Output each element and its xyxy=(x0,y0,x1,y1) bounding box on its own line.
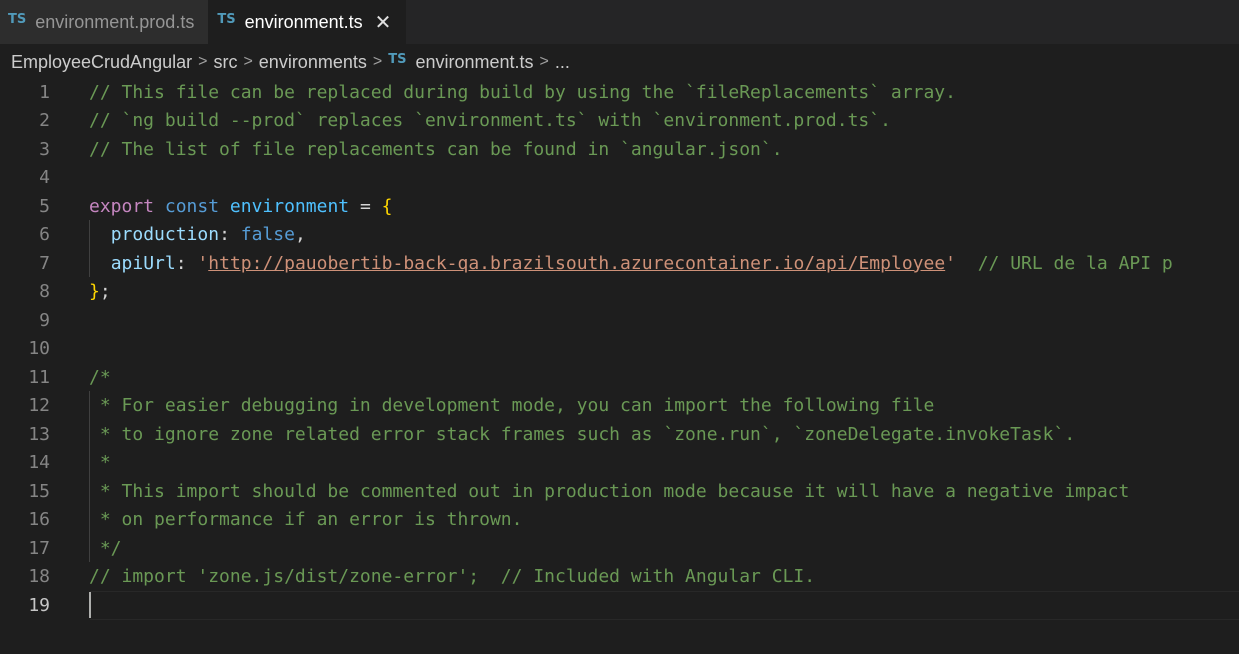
code-text: // This file can be replaced during buil… xyxy=(89,81,956,103)
code-line: 15 * This import should be commented out… xyxy=(0,477,1239,506)
typescript-file-icon: TS xyxy=(217,11,236,27)
breadcrumb-item-src[interactable]: src xyxy=(213,52,237,73)
tab-environment-prod[interactable]: TS environment.prod.ts xyxy=(0,0,210,44)
code-line: 8 }; xyxy=(0,278,1239,307)
chevron-right-icon: > xyxy=(372,53,383,70)
breadcrumb-item-symbols[interactable]: ... xyxy=(555,52,570,73)
code-line: 18 // import 'zone.js/dist/zone-error'; … xyxy=(0,563,1239,592)
breadcrumb-item-project[interactable]: EmployeeCrudAngular xyxy=(11,52,192,73)
line-number: 5 xyxy=(39,195,50,217)
line-number: 14 xyxy=(28,452,50,474)
line-number: 2 xyxy=(39,110,50,132)
code-text: export const environment = { xyxy=(89,196,392,217)
property-token: apiUrl xyxy=(110,252,176,274)
tab-bar: TS environment.prod.ts TS environment.ts… xyxy=(0,0,1239,44)
code-line: 13 * to ignore zone related error stack … xyxy=(0,420,1239,449)
url-link[interactable]: http://pauobertib-back-qa.brazilsouth.az… xyxy=(208,253,945,274)
chevron-right-icon: > xyxy=(243,53,253,70)
line-number: 9 xyxy=(39,309,50,331)
code-line: 11 /* xyxy=(0,363,1239,392)
code-line: 9 xyxy=(0,306,1239,335)
line-number: 12 xyxy=(28,395,50,417)
code-line: 16 * on performance if an error is throw… xyxy=(0,506,1239,535)
breadcrumb-item-environments[interactable]: environments xyxy=(259,52,367,73)
line-number: 18 xyxy=(28,566,50,588)
close-icon[interactable]: ✕ xyxy=(375,10,392,35)
code-line: 2 // `ng build --prod` replaces `environ… xyxy=(0,107,1239,136)
code-line: 4 xyxy=(0,164,1239,193)
literal-token: false xyxy=(240,224,295,246)
code-text: * For easier debugging in development mo… xyxy=(89,395,935,417)
code-text: * xyxy=(89,452,111,474)
keyword-token: export xyxy=(89,195,155,217)
code-line: 12 * For easier debugging in development… xyxy=(0,392,1239,421)
text-cursor xyxy=(89,592,91,619)
punctuation-token: , xyxy=(294,224,306,246)
code-line: 17 */ xyxy=(0,534,1239,563)
punctuation-token: : xyxy=(175,252,198,274)
code-line: 10 xyxy=(0,335,1239,364)
keyword-token: const xyxy=(164,195,220,217)
code-line: 6 production: false, xyxy=(0,221,1239,250)
line-number: 13 xyxy=(28,423,50,445)
property-token: production xyxy=(110,224,220,246)
tab-bar-empty-area xyxy=(406,0,1239,44)
line-number: 1 xyxy=(39,81,50,103)
line-number: 17 xyxy=(28,537,50,559)
line-number: 4 xyxy=(39,167,50,189)
code-line: 3 // The list of file replacements can b… xyxy=(0,135,1239,164)
code-text: // `ng build --prod` replaces `environme… xyxy=(89,110,891,132)
code-line: 7 apiUrl: 'http://pauobertib-back-qa.bra… xyxy=(0,249,1239,278)
tab-label: environment.prod.ts xyxy=(35,11,195,32)
code-text: * to ignore zone related error stack fra… xyxy=(89,423,1076,445)
punctuation-token: ; xyxy=(99,281,111,303)
brace-token: } xyxy=(89,281,100,303)
line-number: 19 xyxy=(28,594,50,616)
line-number: 8 xyxy=(39,281,50,303)
code-text: // import 'zone.js/dist/zone-error'; // … xyxy=(89,566,816,588)
code-text: apiUrl: 'http://pauobertib-back-qa.brazi… xyxy=(89,253,1173,274)
typescript-file-icon: TS xyxy=(388,51,407,67)
chevron-right-icon: > xyxy=(539,53,549,70)
tab-environment[interactable]: TS environment.ts ✕ xyxy=(209,0,407,44)
code-line: 14 * xyxy=(0,449,1239,478)
code-text: // The list of file replacements can be … xyxy=(89,138,783,160)
code-text: /* xyxy=(89,366,111,388)
breadcrumb: EmployeeCrudAngular > src > environments… xyxy=(11,48,570,76)
code-text: }; xyxy=(89,281,111,302)
brace-token: { xyxy=(381,195,393,217)
line-number: 10 xyxy=(28,338,50,360)
typescript-file-icon: TS xyxy=(8,11,27,27)
identifier-token: environment xyxy=(229,195,350,217)
code-text: * This import should be commented out in… xyxy=(89,480,1130,502)
chevron-right-icon: > xyxy=(198,53,208,70)
code-text: */ xyxy=(89,537,122,559)
line-number: 7 xyxy=(39,252,50,274)
punctuation-token: : xyxy=(219,224,241,246)
string-quote: ' xyxy=(197,252,209,274)
line-number: 6 xyxy=(39,224,50,246)
code-line: 1 // This file can be replaced during bu… xyxy=(0,78,1239,107)
current-code-line: 19 xyxy=(0,591,1239,620)
line-number: 15 xyxy=(28,480,50,502)
code-line: 5 export const environment = { xyxy=(0,192,1239,221)
tab-label: environment.ts xyxy=(244,11,363,32)
breadcrumb-item-file[interactable]: environment.ts xyxy=(415,52,533,73)
operator-token: = xyxy=(349,195,382,217)
string-quote: ' xyxy=(945,252,957,274)
line-number: 11 xyxy=(28,366,50,388)
code-text: production: false, xyxy=(89,224,306,245)
code-text: * on performance if an error is thrown. xyxy=(89,509,523,531)
line-number: 3 xyxy=(39,138,50,160)
comment-token: // URL de la API p xyxy=(956,252,1173,274)
line-number: 16 xyxy=(28,509,50,531)
code-editor[interactable]: 1 // This file can be replaced during bu… xyxy=(0,78,1239,654)
